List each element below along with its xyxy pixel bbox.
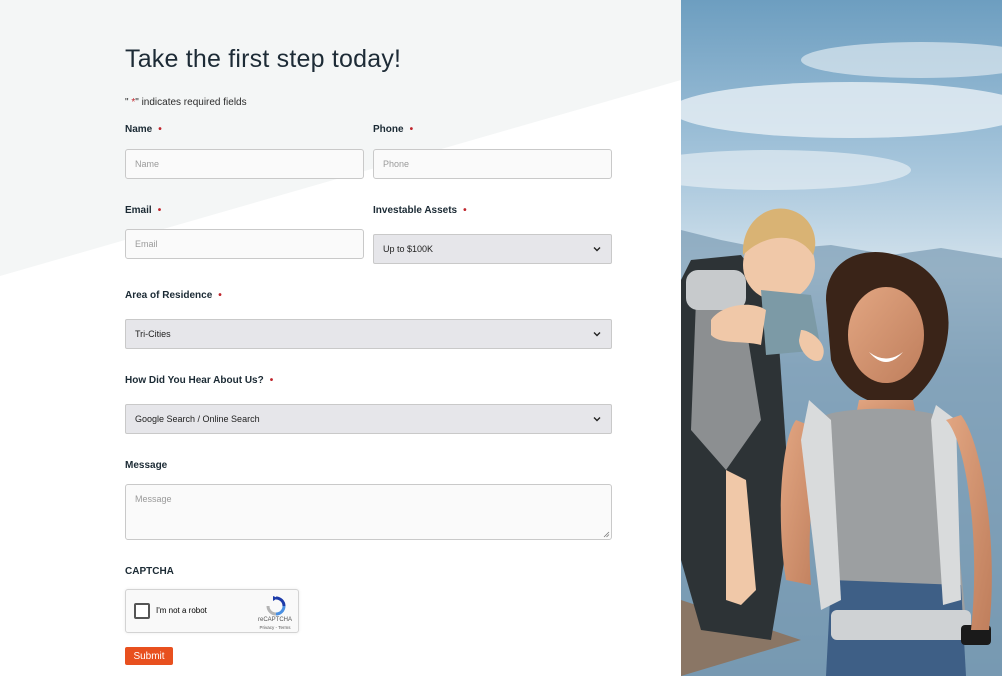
area-of-residence-value: Tri-Cities xyxy=(135,329,171,339)
chevron-down-icon xyxy=(593,417,601,422)
investable-assets-value: Up to $100K xyxy=(383,244,434,254)
area-of-residence-select[interactable]: Tri-Cities xyxy=(125,319,612,349)
page-title: Take the first step today! xyxy=(125,45,402,73)
required-fields-note: " *" indicates required fields xyxy=(125,97,247,108)
investable-assets-select[interactable]: Up to $100K xyxy=(373,234,612,264)
name-label: Name • xyxy=(125,124,162,135)
recaptcha-widget: I'm not a robot reCAPTCHA Privacy - Term… xyxy=(125,589,299,633)
referral-source-value: Google Search / Online Search xyxy=(135,414,260,424)
recaptcha-logo-icon xyxy=(266,596,286,616)
hero-photo xyxy=(681,0,1002,676)
email-label: Email • xyxy=(125,205,162,216)
email-input[interactable] xyxy=(125,229,364,259)
submit-button[interactable]: Submit xyxy=(125,647,173,665)
message-textarea[interactable] xyxy=(125,484,612,540)
message-label: Message xyxy=(125,460,168,471)
required-star: • xyxy=(158,124,162,135)
resize-handle-icon[interactable] xyxy=(603,531,610,538)
referral-source-select[interactable]: Google Search / Online Search xyxy=(125,404,612,434)
required-star: • xyxy=(269,375,274,386)
recaptcha-brand: reCAPTCHA xyxy=(257,617,292,623)
photo-mother-and-baby-hiking xyxy=(681,0,1002,676)
message-wrapper xyxy=(125,484,612,540)
required-star: • xyxy=(409,124,414,135)
recaptcha-privacy-terms-link[interactable]: Privacy - Terms xyxy=(252,625,298,630)
required-star: • xyxy=(157,205,162,216)
phone-input[interactable] xyxy=(373,149,612,179)
captcha-checkbox[interactable] xyxy=(134,603,150,619)
investable-assets-label: Investable Assets • xyxy=(373,205,467,216)
area-of-residence-label: Area of Residence • xyxy=(125,290,222,301)
chevron-down-icon xyxy=(593,332,601,337)
captcha-label: CAPTCHA xyxy=(125,566,174,577)
captcha-checkbox-text: I'm not a robot xyxy=(156,606,207,615)
required-star: • xyxy=(218,290,222,301)
chevron-down-icon xyxy=(593,247,601,252)
referral-source-label: How Did You Hear About Us? • xyxy=(125,375,274,386)
name-input[interactable] xyxy=(125,149,364,179)
form-panel: Take the first step today! " *" indicate… xyxy=(0,0,681,676)
required-star: • xyxy=(463,205,467,216)
phone-label: Phone • xyxy=(373,124,414,135)
